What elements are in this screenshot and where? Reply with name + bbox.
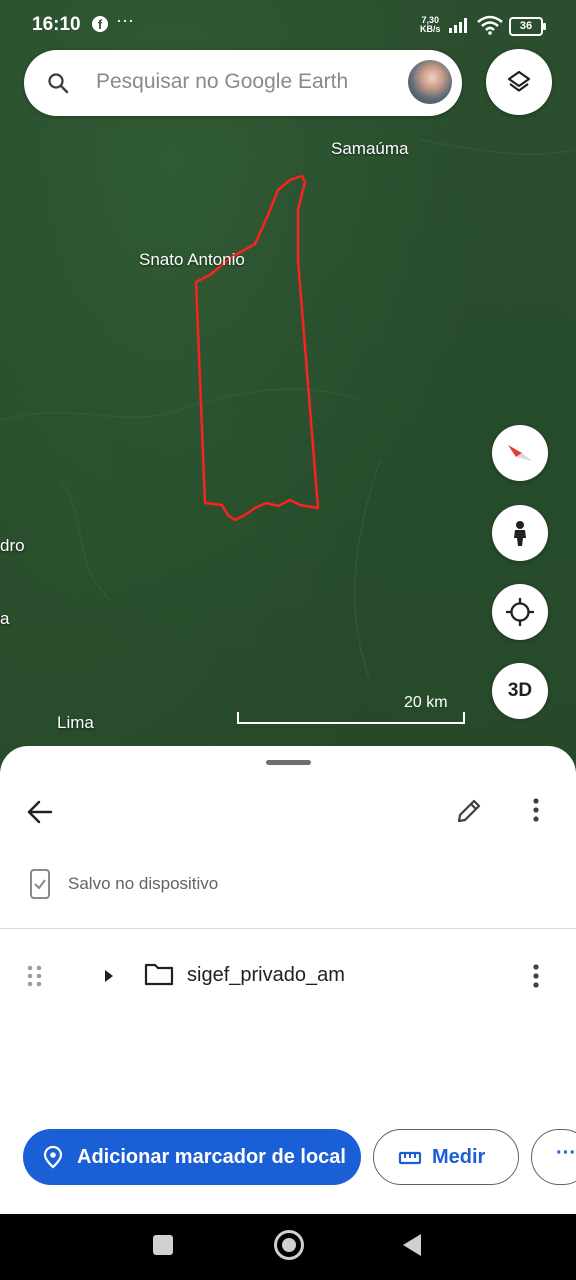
edit-pencil-icon[interactable] xyxy=(454,796,484,826)
battery-icon: 36 xyxy=(509,17,546,36)
signal-icon xyxy=(449,18,467,33)
scale-bar xyxy=(237,712,465,724)
saved-status: Salvo no dispositivo xyxy=(68,874,219,893)
map-label-santo-antonio: Snato Antonio xyxy=(139,250,245,269)
sheet-drag-handle[interactable] xyxy=(266,760,311,765)
map-label-partial-left-2: a xyxy=(0,609,10,628)
more-actions-button[interactable]: ··· xyxy=(531,1129,576,1185)
expand-arrow-icon[interactable] xyxy=(103,968,115,984)
scale-label: 20 km xyxy=(404,694,448,711)
avatar[interactable] xyxy=(408,60,452,104)
map-canvas[interactable]: Samaúma Snato Antonio dro a Lima xyxy=(0,0,576,790)
nav-back-icon[interactable] xyxy=(403,1234,421,1256)
map-terrain xyxy=(0,139,576,681)
item-more-icon[interactable] xyxy=(526,962,546,992)
facebook-icon: f xyxy=(92,16,108,32)
measure-label: Medir xyxy=(432,1146,486,1168)
list-item[interactable]: sigef_privado_am xyxy=(0,944,576,1008)
location-pin-icon xyxy=(43,1145,63,1169)
divider xyxy=(0,928,576,929)
more-actions-label: ··· xyxy=(556,1142,576,1164)
folder-name: sigef_privado_am xyxy=(187,964,345,986)
pegman-icon xyxy=(514,521,526,546)
more-vert-icon[interactable] xyxy=(526,796,546,826)
layers-button[interactable] xyxy=(486,49,552,115)
my-location-button[interactable] xyxy=(492,584,548,640)
folder-icon xyxy=(144,963,174,986)
map-label-samauma: Samaúma xyxy=(331,139,409,158)
system-nav-bar xyxy=(0,1214,576,1280)
ruler-icon xyxy=(398,1151,422,1165)
add-placemark-button[interactable]: Adicionar marcador de local xyxy=(23,1129,361,1185)
view-3d-button[interactable]: 3D xyxy=(492,663,548,719)
bottom-sheet: Salvo no dispositivo sigef_privado_am Ad… xyxy=(0,746,576,1214)
crosshair-icon xyxy=(506,598,534,626)
back-arrow-icon[interactable] xyxy=(26,798,54,826)
layers-icon xyxy=(507,70,531,92)
compass-button[interactable] xyxy=(492,425,548,481)
measure-button[interactable]: Medir xyxy=(373,1129,519,1185)
network-speed: 7,30 KB/s xyxy=(420,15,441,34)
wifi-icon xyxy=(477,15,503,35)
search-input[interactable]: Pesquisar no Google Earth xyxy=(96,70,348,94)
search-bar[interactable]: Pesquisar no Google Earth xyxy=(24,50,462,116)
property-boundary[interactable] xyxy=(194,174,320,522)
device-saved-icon xyxy=(30,869,50,899)
recents-icon[interactable] xyxy=(153,1235,173,1255)
status-time: 16:10 xyxy=(32,14,81,35)
drag-grip-icon[interactable] xyxy=(26,964,44,988)
status-bar: 16:10 f ··· 7,30 KB/s 36 xyxy=(0,0,576,50)
more-notifications-icon: ··· xyxy=(116,10,134,30)
add-placemark-label: Adicionar marcador de local xyxy=(77,1146,346,1168)
home-icon[interactable] xyxy=(274,1230,304,1260)
street-view-button[interactable] xyxy=(492,505,548,561)
map-label-partial-left: dro xyxy=(0,536,25,555)
search-icon xyxy=(48,73,69,94)
compass-icon xyxy=(508,445,532,461)
map-label-lima: Lima xyxy=(57,713,94,732)
